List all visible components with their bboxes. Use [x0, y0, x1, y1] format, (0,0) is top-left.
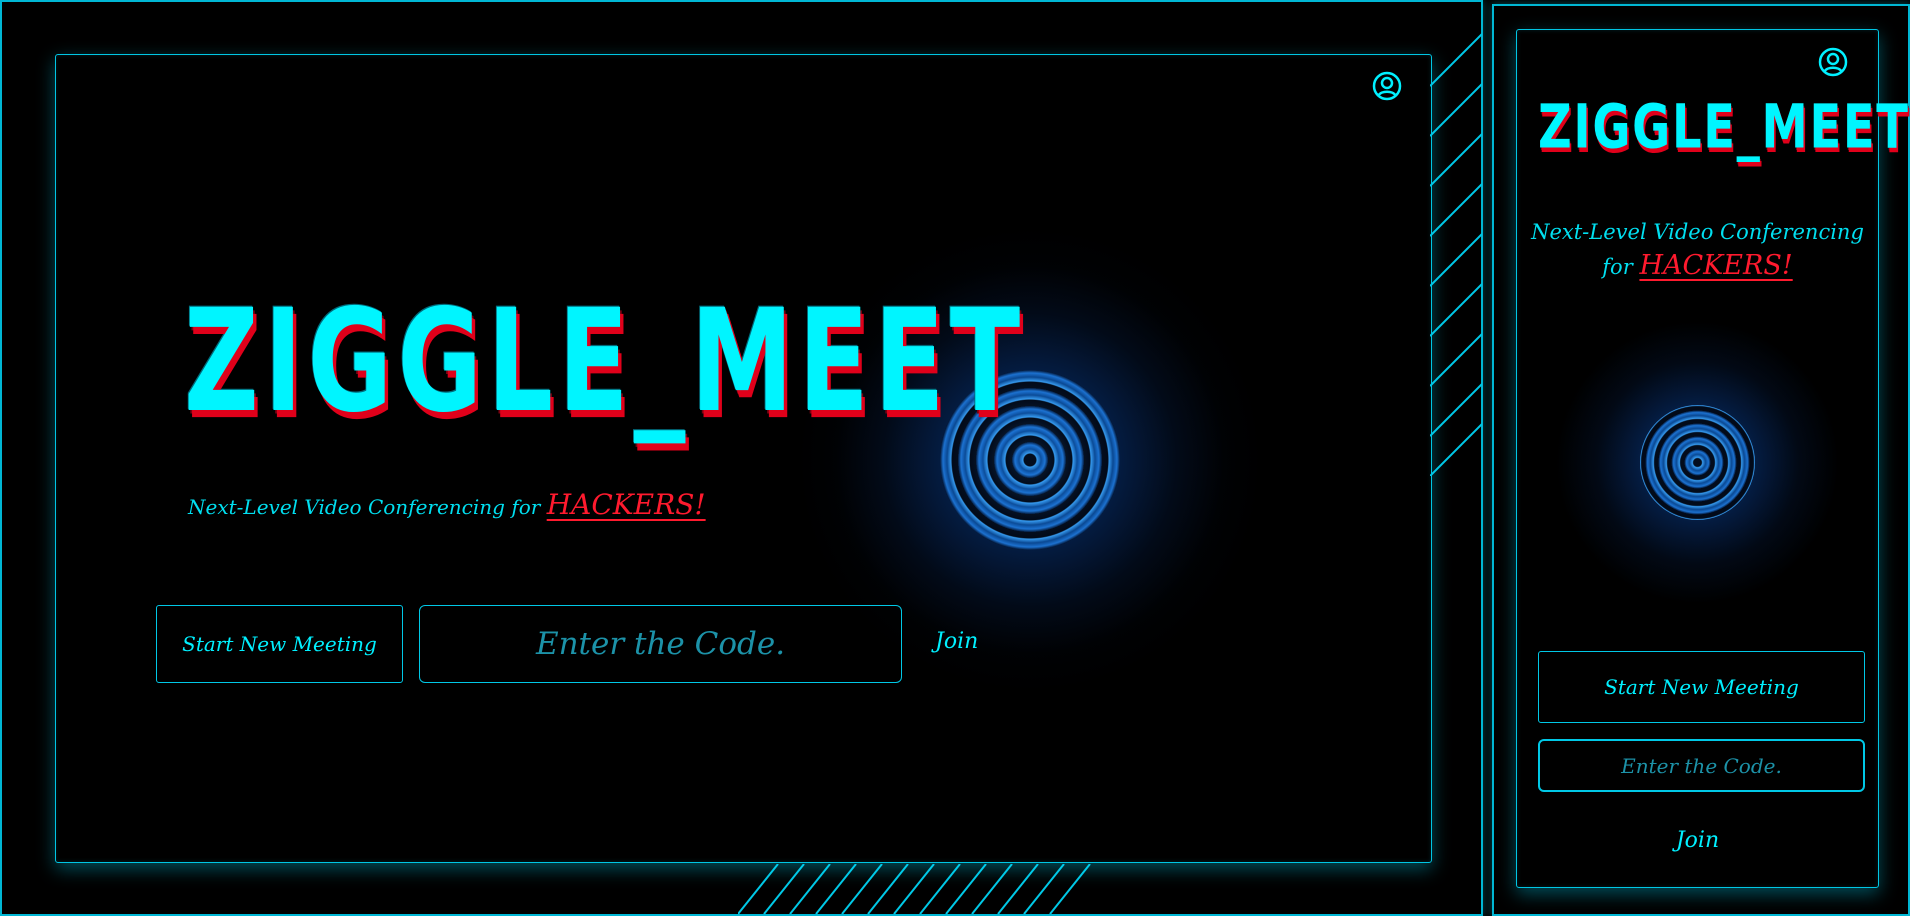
join-button[interactable]: Join — [1516, 828, 1879, 853]
tagline: Next-Level Video Conferencing for HACKER… — [188, 488, 706, 521]
tagline-line2: for HACKERS! — [1516, 249, 1879, 284]
tagline-highlight: HACKERS! — [546, 488, 706, 521]
decorative-hatch-bottom — [738, 864, 1110, 914]
app-logo: ZIGGLE_MEET — [1538, 92, 1910, 163]
tagline-highlight: HACKERS! — [1639, 250, 1793, 281]
join-button[interactable]: Join — [935, 629, 978, 654]
meeting-code-input[interactable] — [419, 605, 902, 683]
decorative-hatch-right — [1430, 26, 1482, 476]
meeting-code-input[interactable] — [1538, 739, 1865, 792]
start-meeting-button[interactable]: Start New Meeting — [1538, 651, 1865, 723]
desktop-panel — [55, 54, 1432, 863]
app-logo: ZIGGLE_MEET — [184, 280, 1026, 445]
user-circle-icon[interactable] — [1372, 71, 1402, 101]
tagline-text: Next-Level Video Conferencing — [1531, 220, 1864, 244]
tagline-for: for — [1602, 255, 1633, 279]
tagline-text: Next-Level Video Conferencing for — [188, 495, 541, 519]
user-circle-icon[interactable] — [1818, 47, 1848, 77]
start-meeting-button[interactable]: Start New Meeting — [156, 605, 403, 683]
tagline: Next-Level Video Conferencing for HACKER… — [1516, 216, 1879, 284]
